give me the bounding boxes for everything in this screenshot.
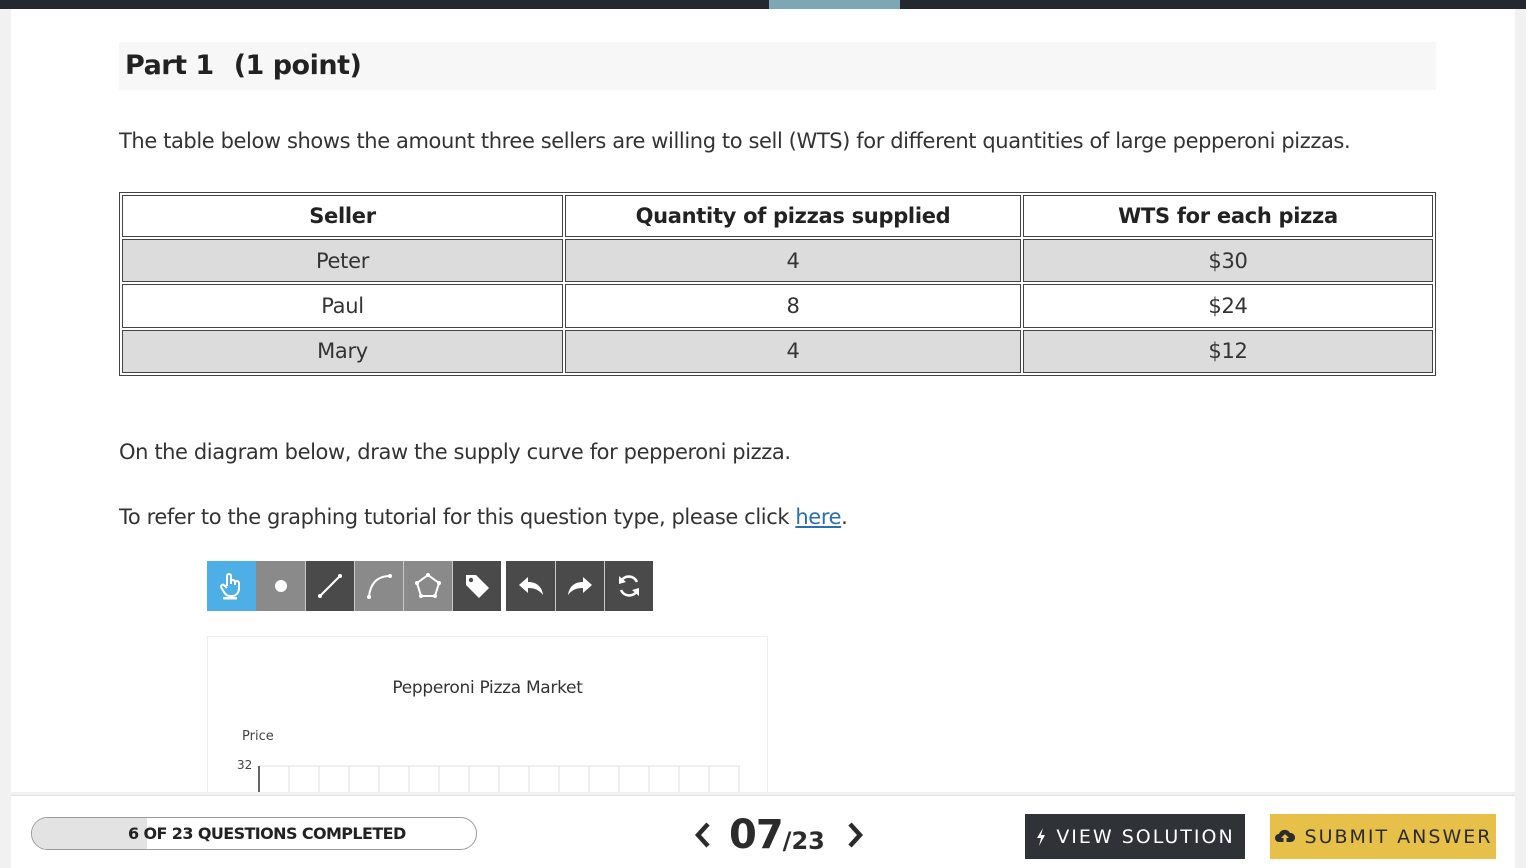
point-tool[interactable] [256,561,305,611]
tutorial-link[interactable]: here [795,505,841,529]
reset-icon [619,575,639,597]
table-row: Paul 8 $24 [122,284,1433,328]
table-cell-seller: Paul [122,284,563,328]
wts-table: Seller Quantity of pizzas supplied WTS f… [119,192,1436,376]
current-question-number: 07 [729,812,784,858]
line-icon [318,574,342,598]
bottom-bar: 6 OF 23 QUESTIONS COMPLETED 07/23 VIEW S… [11,795,1515,868]
tag-icon [466,575,489,598]
undo-tool[interactable] [506,561,555,611]
question-page: Part 1 (1 point) The table below shows th… [11,9,1515,792]
part-label: Part 1 [125,50,214,81]
chevron-left-icon [694,822,710,848]
table-cell-quantity: 8 [565,284,1021,328]
column-header-quantity: Quantity of pizzas supplied [565,195,1021,237]
tutorial-text: To refer to the graphing tutorial for th… [119,505,848,529]
part-points: (1 point) [233,50,362,81]
graph-toolbar [207,561,653,611]
question-pager: 07/23 [693,812,865,858]
redo-icon [568,577,592,595]
column-header-seller: Seller [122,195,563,237]
submit-answer-label: SUBMIT ANSWER [1304,825,1493,848]
view-solution-button[interactable]: VIEW SOLUTION [1025,814,1245,859]
table-cell-wts: $24 [1023,284,1433,328]
part-title: Part 1 (1 point) [125,50,362,81]
table-row: Mary 4 $12 [122,329,1433,373]
table-row: Peter 4 $30 [122,239,1433,283]
table-cell-seller: Peter [122,239,563,283]
chevron-right-icon [848,822,863,848]
undo-icon [518,577,543,595]
curve-icon [367,574,392,599]
column-header-wts: WTS for each pizza [1023,195,1433,237]
graph-panel[interactable]: Pepperoni Pizza Market Price 32 [207,636,768,792]
submit-answer-button[interactable]: SUBMIT ANSWER [1270,814,1496,859]
table-cell-seller: Mary [122,329,563,373]
tag-tool[interactable] [452,561,501,611]
hand-pointer-tool[interactable] [207,561,256,611]
table-cell-wts: $12 [1023,329,1433,373]
top-progress-accent [769,0,900,9]
prev-question-button[interactable] [693,821,713,849]
instruction-text: On the diagram below, draw the supply cu… [119,440,791,464]
lightning-icon [1037,827,1046,846]
point-icon [274,580,287,592]
table-header-row: Seller Quantity of pizzas supplied WTS f… [122,195,1433,237]
redo-tool[interactable] [555,561,604,611]
total-questions: /23 [782,827,825,855]
next-question-button[interactable] [845,821,865,849]
tutorial-suffix: . [841,505,848,529]
table-cell-wts: $30 [1023,239,1433,283]
table-cell-quantity: 4 [565,239,1021,283]
cloud-upload-icon [1274,829,1295,842]
progress-text: 6 OF 23 QUESTIONS COMPLETED [128,824,406,843]
graph-grid [258,765,740,792]
hand-pointer-icon [219,573,240,600]
reset-tool[interactable] [604,561,653,611]
top-bar [0,0,1526,9]
curve-tool[interactable] [354,561,403,611]
table-cell-quantity: 4 [565,329,1021,373]
intro-text: The table below shows the amount three s… [119,129,1351,153]
polygon-icon [415,573,441,598]
tutorial-prefix: To refer to the graphing tutorial for th… [119,505,790,529]
progress-bar: 6 OF 23 QUESTIONS COMPLETED [31,817,477,850]
line-tool[interactable] [305,561,354,611]
view-solution-label: VIEW SOLUTION [1056,825,1235,848]
part-header: Part 1 (1 point) [119,42,1436,90]
polygon-tool[interactable] [403,561,452,611]
